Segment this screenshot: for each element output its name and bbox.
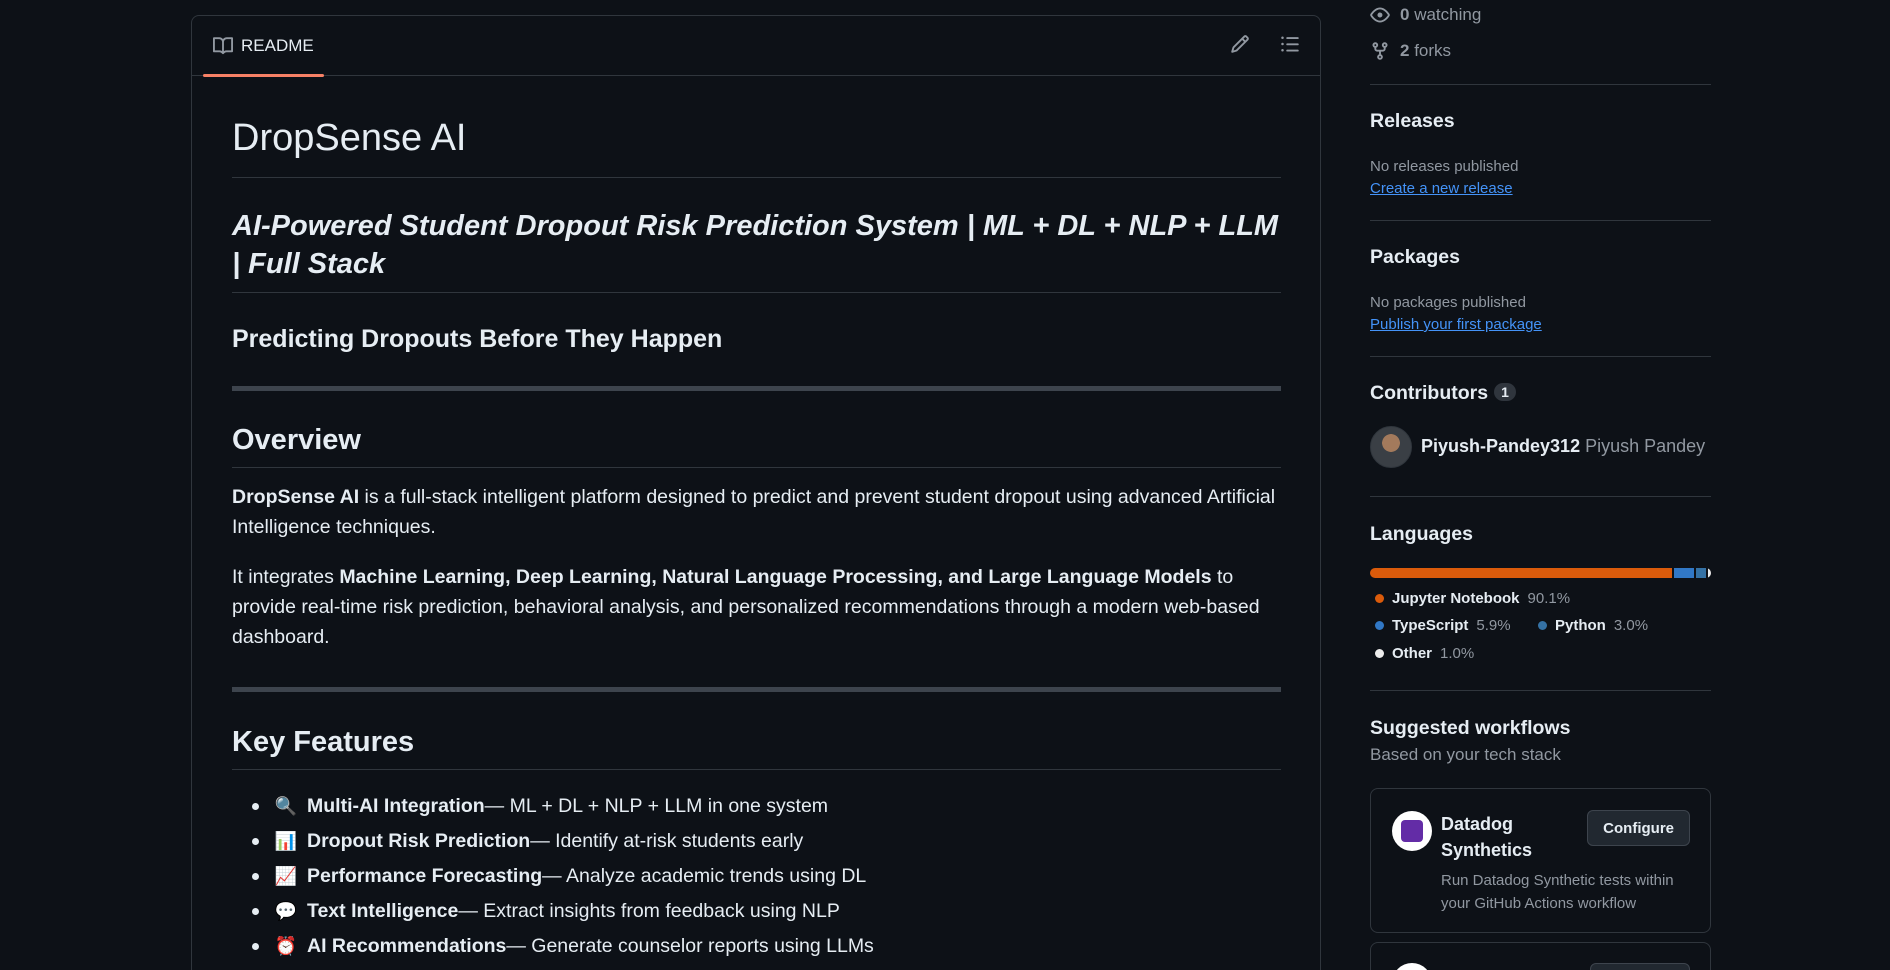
edit-button[interactable] — [1228, 32, 1252, 56]
create-release-link[interactable]: Create a new release — [1370, 180, 1513, 197]
readme-panel: README DropSense AI AI-Powered Student D… — [191, 15, 1321, 970]
workflow-name: Datadog Synthetics — [1441, 814, 1533, 860]
language-item[interactable]: TypeScript 5.9% — [1375, 617, 1511, 634]
forks-link[interactable]: 2 forks — [1370, 39, 1451, 63]
workflow-card: Datadog Synthetics Configure Run Datadog… — [1370, 788, 1711, 933]
active-tab-underline — [203, 74, 324, 77]
divider — [232, 292, 1281, 293]
overview-paragraph-2: It integrates Machine Learning, Deep Lea… — [232, 562, 1281, 652]
packages-heading[interactable]: Packages — [1370, 246, 1460, 269]
workflow-logo-icon — [1392, 963, 1432, 970]
language-item[interactable]: Other 1.0% — [1375, 645, 1474, 662]
language-item[interactable]: Python 3.0% — [1538, 617, 1648, 634]
datadog-logo-icon — [1392, 811, 1432, 851]
bar-chart-icon: 📊 — [274, 831, 298, 851]
divider — [232, 769, 1281, 770]
workflow-description: Run Datadog Synthetic tests within your … — [1441, 872, 1674, 912]
list-item: 📊 Dropout Risk Prediction — Identify at-r… — [232, 824, 874, 859]
pencil-icon — [1231, 35, 1249, 53]
features-heading: Key Features — [232, 726, 415, 758]
list-item: ⏰ AI Recommendations — Generate counselor… — [232, 929, 874, 964]
watching-link[interactable]: 0 watching — [1370, 3, 1481, 27]
tab-readme-label: README — [241, 36, 314, 55]
language-bar-segment — [1707, 568, 1711, 578]
divider — [1370, 496, 1711, 497]
readme-header: README — [192, 16, 1320, 77]
overview-paragraph-1: DropSense AI is a full-stack intelligent… — [232, 482, 1281, 542]
horizontal-rule — [232, 386, 1281, 391]
configure-button[interactable]: Configure — [1587, 810, 1690, 846]
language-color-dot — [1375, 594, 1384, 603]
list-item: 📈 Performance Forecasting — Analyze acade… — [232, 859, 874, 894]
overview-text: It integrates — [232, 566, 340, 588]
overview-text: is a full-stack intelligent platform des… — [232, 486, 1276, 538]
magnifier-icon: 🔍 — [274, 796, 298, 816]
language-color-dot — [1375, 649, 1384, 658]
packages-empty: No packages published — [1370, 294, 1526, 311]
trend-chart-icon: 📈 — [274, 866, 298, 886]
language-item[interactable]: Jupyter Notebook 90.1% — [1375, 590, 1570, 607]
outline-button[interactable] — [1278, 32, 1302, 56]
divider — [232, 177, 1281, 178]
features-list: 🔍 Multi-AI Integration — ML + DL + NLP + … — [232, 789, 874, 964]
contributors-count-badge: 1 — [1494, 383, 1516, 401]
divider — [1370, 356, 1711, 357]
readme-subtitle: AI-Powered Student Dropout Risk Predicti… — [232, 210, 1279, 280]
divider — [1370, 84, 1711, 85]
list-item: 🔍 Multi-AI Integration — ML + DL + NLP + … — [232, 789, 874, 824]
workflows-heading: Suggested workflows — [1370, 717, 1571, 739]
list-item: 💬 Text Intelligence — Extract insights fr… — [232, 894, 874, 929]
language-bar-segment — [1695, 568, 1706, 578]
workflows-subtitle: Based on your tech stack — [1370, 745, 1561, 764]
divider — [1370, 690, 1711, 691]
language-bar-segment — [1673, 568, 1694, 578]
languages-heading: Languages — [1370, 523, 1473, 545]
language-color-dot — [1375, 621, 1384, 630]
overview-heading: Overview — [232, 424, 361, 456]
readme-tagline: Predicting Dropouts Before They Happen — [232, 325, 723, 353]
fork-icon — [1372, 42, 1388, 60]
speech-bubble-icon: 💬 — [274, 901, 298, 921]
language-bar-segment — [1370, 568, 1672, 578]
releases-empty: No releases published — [1370, 158, 1519, 175]
language-bar — [1370, 568, 1711, 578]
eye-icon — [1370, 7, 1390, 23]
contributor-link[interactable]: Piyush-Pandey312 Piyush Pandey — [1421, 436, 1705, 457]
language-color-dot — [1538, 621, 1547, 630]
book-icon — [213, 37, 233, 55]
alarm-clock-icon: ⏰ — [274, 936, 298, 956]
tech-list: Machine Learning, Deep Learning, Natural… — [339, 566, 1212, 588]
readme-title: DropSense AI — [232, 117, 467, 159]
brand-name: DropSense AI — [232, 486, 360, 508]
list-icon — [1281, 36, 1299, 52]
avatar[interactable] — [1370, 426, 1412, 468]
publish-package-link[interactable]: Publish your first package — [1370, 316, 1542, 333]
tab-readme[interactable]: README — [203, 16, 324, 77]
configure-button[interactable] — [1590, 963, 1690, 970]
workflow-card — [1370, 942, 1711, 970]
divider — [1370, 220, 1711, 221]
releases-heading[interactable]: Releases — [1370, 110, 1455, 133]
horizontal-rule — [232, 687, 1281, 692]
contributors-heading[interactable]: Contributors 1 — [1370, 382, 1516, 405]
divider — [232, 467, 1281, 468]
